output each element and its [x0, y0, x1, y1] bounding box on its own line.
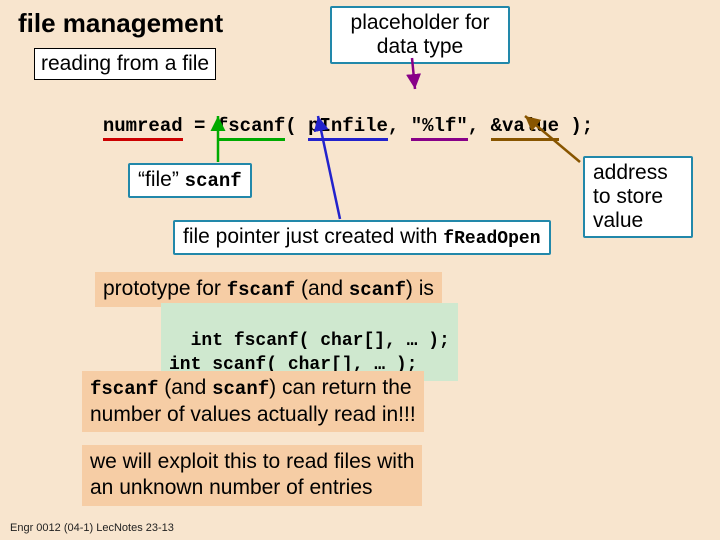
callout-address: address to store value	[583, 156, 693, 238]
return-code1: fscanf	[90, 378, 158, 400]
proto-code2: scanf	[349, 279, 406, 301]
proto-pre: prototype for	[103, 277, 227, 300]
callout-file-scanf: “file” scanf	[128, 163, 252, 198]
callout-address-l3: value	[593, 209, 643, 232]
proto-mid: (and	[295, 277, 349, 300]
callout-address-l2: to store	[593, 185, 663, 208]
exploit-l1: we will exploit this to read files with	[90, 450, 414, 473]
proto-code1: fscanf	[227, 279, 295, 301]
callout-fileptr-l2: fReadOpen	[443, 229, 540, 249]
proto-line1: int fscanf( char[], … );	[191, 331, 450, 351]
return-code2: scanf	[212, 378, 269, 400]
exploit-l2: an unknown number of entries	[90, 476, 373, 499]
return-rest1: ) can return the	[269, 376, 411, 399]
prototype-intro: prototype for fscanf (and scanf) is	[95, 272, 442, 307]
return-box: fscanf (and scanf) can return the number…	[82, 371, 424, 432]
exploit-box: we will exploit this to read files with …	[82, 445, 422, 506]
return-mid: (and	[158, 376, 212, 399]
callout-file-scanf-l1: “file”	[138, 168, 185, 191]
callout-file-scanf-l2: scanf	[185, 170, 242, 192]
callout-address-l1: address	[593, 161, 668, 184]
callout-fileptr-l1: file pointer just created with	[183, 225, 443, 248]
return-rest2: number of values actually read in!!!	[90, 403, 416, 426]
footer: Engr 0012 (04-1) LecNotes 23-13	[10, 522, 174, 534]
prototype-code: int fscanf( char[], … ); int scanf( char…	[161, 303, 458, 381]
proto-post: ) is	[406, 277, 434, 300]
callout-file-pointer: file pointer just created with fReadOpen	[173, 220, 551, 255]
